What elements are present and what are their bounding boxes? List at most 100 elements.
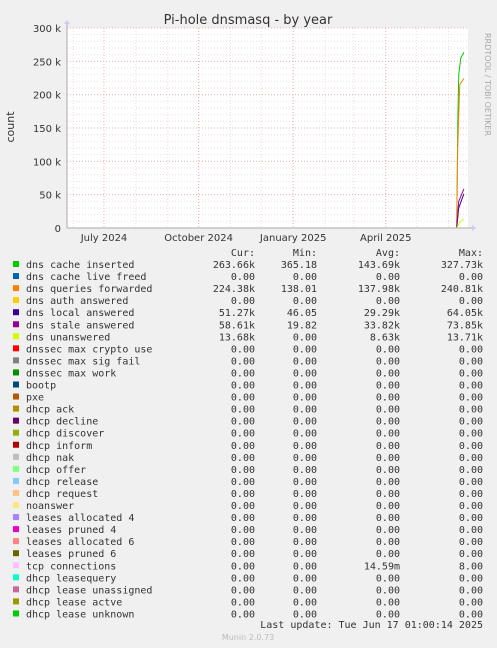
legend-value-max: 0.00 bbox=[459, 573, 483, 584]
legend-swatch bbox=[13, 273, 19, 280]
legend-row: leases allocated 4 0.00 0.00 0.00 0.00 bbox=[13, 513, 483, 524]
legend-value-avg: 143.69k bbox=[358, 260, 400, 271]
legend-value-min: 0.00 bbox=[293, 573, 317, 584]
legend-value-min: 0.00 bbox=[293, 597, 317, 608]
y-tick-label: 300 k bbox=[33, 24, 61, 35]
legend-series-name: dns cache inserted bbox=[26, 260, 134, 271]
munin-version: Munin 2.0.73 bbox=[222, 633, 274, 642]
legend-series-name: dns cache live freed bbox=[26, 272, 146, 283]
legend-series-name: leases allocated 4 bbox=[26, 513, 134, 524]
x-axis-arrow bbox=[472, 225, 476, 231]
y-axis-label: count bbox=[4, 111, 17, 143]
legend-value-min: 0.00 bbox=[293, 381, 317, 392]
legend-value-min: 0.00 bbox=[293, 561, 317, 572]
legend-value-min: 0.00 bbox=[293, 489, 317, 500]
legend-swatch bbox=[13, 514, 19, 521]
legend-row: noanswer 0.00 0.00 0.00 0.00 bbox=[13, 501, 483, 512]
legend-value-avg: 0.00 bbox=[376, 501, 400, 512]
legend-swatch bbox=[13, 441, 19, 448]
legend-value-min: 0.00 bbox=[293, 549, 317, 560]
legend-value-cur: 224.38k bbox=[213, 284, 255, 295]
legend-value-max: 0.00 bbox=[459, 393, 483, 404]
legend-value-avg: 0.00 bbox=[376, 368, 400, 379]
legend-value-max: 327.73k bbox=[441, 260, 483, 271]
legend-value-cur: 0.00 bbox=[231, 429, 255, 440]
legend-value-min: 0.00 bbox=[293, 417, 317, 428]
legend-value-max: 8.00 bbox=[459, 561, 483, 572]
legend-value-max: 0.00 bbox=[459, 477, 483, 488]
legend-swatch bbox=[13, 574, 19, 581]
legend-row: dns unanswered 13.68k 0.00 8.63k 13.71k bbox=[13, 332, 483, 343]
legend-value-avg: 14.59m bbox=[364, 561, 400, 572]
legend-value-avg: 0.00 bbox=[376, 477, 400, 488]
legend-series-name: pxe bbox=[26, 393, 44, 404]
x-tick-label: April 2025 bbox=[360, 233, 411, 244]
legend-value-cur: 0.00 bbox=[231, 501, 255, 512]
legend-value-cur: 0.00 bbox=[231, 441, 255, 452]
legend-value-cur: 263.66k bbox=[213, 260, 255, 271]
legend-value-min: 0.00 bbox=[293, 513, 317, 524]
legend-value-cur: 0.00 bbox=[231, 573, 255, 584]
legend-row: dnssec max sig fail 0.00 0.00 0.00 0.00 bbox=[13, 356, 483, 367]
legend-value-avg: 0.00 bbox=[376, 513, 400, 524]
legend-value-min: 0.00 bbox=[293, 609, 317, 620]
legend-value-cur: 0.00 bbox=[231, 537, 255, 548]
legend-value-min: 0.00 bbox=[293, 393, 317, 404]
legend-value-avg: 29.29k bbox=[364, 308, 400, 319]
x-tick-label: July 2024 bbox=[80, 233, 128, 244]
legend-value-min: 0.00 bbox=[293, 525, 317, 536]
y-tick-label: 200 k bbox=[33, 91, 61, 102]
legend-swatch bbox=[13, 586, 19, 593]
legend-row: dhcp offer 0.00 0.00 0.00 0.00 bbox=[13, 465, 483, 476]
legend-swatch bbox=[13, 550, 19, 557]
legend-value-avg: 0.00 bbox=[376, 441, 400, 452]
legend-value-avg: 0.00 bbox=[376, 344, 400, 355]
legend-value-cur: 0.00 bbox=[231, 296, 255, 307]
legend-value-min: 0.00 bbox=[293, 477, 317, 488]
legend-row: dhcp inform 0.00 0.00 0.00 0.00 bbox=[13, 441, 483, 452]
legend-value-avg: 33.82k bbox=[364, 320, 400, 331]
legend-value-min: 0.00 bbox=[293, 405, 317, 416]
legend-swatch bbox=[13, 285, 19, 292]
legend-series-name: dns unanswered bbox=[26, 332, 110, 343]
legend-row: dhcp lease unknown 0.00 0.00 0.00 0.00 bbox=[13, 609, 483, 620]
legend-swatch bbox=[13, 526, 19, 533]
legend-value-max: 0.00 bbox=[459, 465, 483, 476]
y-tick-label: 50 k bbox=[39, 191, 61, 202]
legend-value-avg: 0.00 bbox=[376, 609, 400, 620]
legend-value-min: 138.01 bbox=[281, 284, 317, 295]
legend-row: dns auth answered 0.00 0.00 0.00 0.00 bbox=[13, 296, 483, 307]
legend-value-max: 0.00 bbox=[459, 272, 483, 283]
legend-series-name: dhcp decline bbox=[26, 417, 98, 428]
legend-value-avg: 0.00 bbox=[376, 525, 400, 536]
legend-series-name: dns stale answered bbox=[26, 320, 134, 331]
legend-value-min: 365.18 bbox=[281, 260, 317, 271]
legend-value-cur: 0.00 bbox=[231, 393, 255, 404]
legend-series-name: dhcp discover bbox=[26, 429, 104, 440]
legend-swatch bbox=[13, 357, 19, 364]
legend-row: leases pruned 6 0.00 0.00 0.00 0.00 bbox=[13, 549, 483, 560]
legend-value-avg: 0.00 bbox=[376, 453, 400, 464]
legend-value-max: 0.00 bbox=[459, 381, 483, 392]
legend-series-name: dnssec max crypto use bbox=[26, 344, 152, 355]
legend-value-avg: 0.00 bbox=[376, 585, 400, 596]
legend-row: dns cache live freed 0.00 0.00 0.00 0.00 bbox=[13, 272, 483, 283]
legend-value-avg: 0.00 bbox=[376, 272, 400, 283]
legend-row: tcp connections 0.00 0.00 14.59m 8.00 bbox=[13, 561, 483, 572]
legend-value-avg: 0.00 bbox=[376, 429, 400, 440]
legend-row: dnssec max work 0.00 0.00 0.00 0.00 bbox=[13, 368, 483, 379]
legend-value-min: 0.00 bbox=[293, 441, 317, 452]
x-tick-labels: July 2024 October 2024 January 2025 April 2… bbox=[80, 233, 412, 244]
legend-value-cur: 0.00 bbox=[231, 597, 255, 608]
legend-swatch bbox=[13, 381, 19, 388]
legend-series-name: dhcp inform bbox=[26, 441, 92, 452]
legend-value-max: 0.00 bbox=[459, 441, 483, 452]
legend-value-min: 0.00 bbox=[293, 344, 317, 355]
legend-value-min: 0.00 bbox=[293, 368, 317, 379]
chart-title: Pi-hole dnsmasq - by year bbox=[164, 13, 333, 28]
legend-value-avg: 137.98k bbox=[358, 284, 400, 295]
legend-series-name: dhcp release bbox=[26, 477, 98, 488]
legend-value-cur: 0.00 bbox=[231, 453, 255, 464]
legend-value-cur: 0.00 bbox=[231, 405, 255, 416]
legend-value-min: 0.00 bbox=[293, 356, 317, 367]
